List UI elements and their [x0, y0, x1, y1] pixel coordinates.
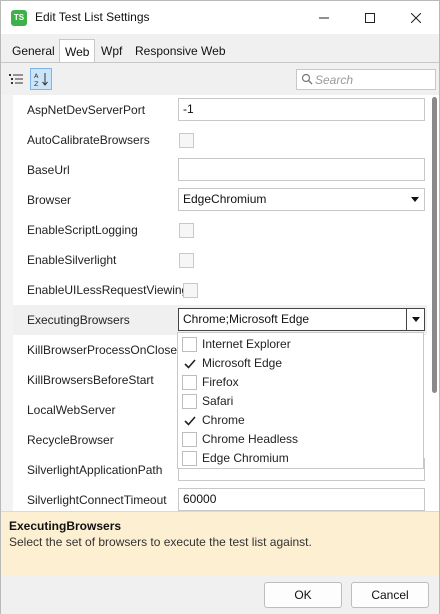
app-icon: TS: [11, 10, 27, 26]
property-row-silverlightconnecttimeout: SilverlightConnectTimeout 60000: [13, 485, 427, 511]
search-box[interactable]: [296, 69, 436, 90]
baseurl-input[interactable]: [178, 158, 425, 181]
browser-option-internet-explorer[interactable]: Internet Explorer: [178, 335, 423, 354]
search-icon: [301, 73, 313, 88]
browser-selected-value: EdgeChromium: [183, 192, 267, 206]
property-name: RecycleBrowser: [27, 433, 114, 447]
property-toolbar: A Z: [1, 63, 439, 95]
silverlightconnecttimeout-input[interactable]: 60000: [178, 488, 425, 511]
property-row-enableuilessrequestviewing: EnableUILessRequestViewing: [13, 275, 427, 305]
property-name: SilverlightConnectTimeout: [27, 493, 167, 507]
property-name: SilverlightApplicationPath: [27, 463, 163, 477]
property-name: BaseUrl: [27, 163, 70, 177]
cancel-button[interactable]: Cancel: [351, 582, 429, 608]
property-name: EnableUILessRequestViewing: [27, 283, 189, 297]
browser-select[interactable]: EdgeChromium: [178, 188, 425, 211]
option-checkbox[interactable]: [182, 356, 197, 371]
property-name: KillBrowserProcessOnClose: [27, 343, 178, 357]
minimize-icon: [319, 17, 329, 18]
option-label: Firefox: [202, 375, 239, 389]
categorized-view-button[interactable]: [5, 68, 27, 90]
property-name: AspNetDevServerPort: [27, 103, 146, 117]
tab-responsive-web[interactable]: Responsive Web: [130, 39, 231, 63]
sort-az-icon: A Z: [34, 72, 48, 87]
alphabetical-sort-button[interactable]: A Z: [30, 68, 52, 90]
maximize-button[interactable]: [347, 1, 393, 34]
option-checkbox[interactable]: [182, 337, 197, 352]
scrollbar-thumb[interactable]: [432, 97, 437, 393]
option-checkbox[interactable]: [182, 375, 197, 390]
option-checkbox[interactable]: [182, 432, 197, 447]
property-row-enablesilverlight: EnableSilverlight: [13, 245, 427, 275]
browser-option-firefox[interactable]: Firefox: [178, 373, 423, 392]
minimize-button[interactable]: [301, 1, 347, 34]
title-bar: TS Edit Test List Settings: [1, 1, 439, 34]
property-name: Browser: [27, 193, 72, 207]
enablesilverlight-checkbox[interactable]: [179, 253, 194, 268]
description-panel: ExecutingBrowsers Select the set of brow…: [1, 511, 439, 576]
browser-option-safari[interactable]: Safari: [178, 392, 423, 411]
window-title: Edit Test List Settings: [35, 10, 150, 24]
property-name: LocalWebServer: [27, 403, 116, 417]
vertical-scrollbar[interactable]: [429, 95, 439, 511]
property-name: ExecutingBrowsers: [27, 313, 130, 327]
checkmark-icon: [183, 358, 196, 369]
property-name: EnableScriptLogging: [27, 223, 138, 237]
property-row-aspnetdevserverport: AspNetDevServerPort -1: [13, 95, 427, 125]
option-checkbox[interactable]: [182, 451, 197, 466]
checkmark-icon: [183, 415, 196, 426]
maximize-icon: [365, 12, 375, 23]
property-name: AutoCalibrateBrowsers: [27, 133, 150, 147]
browser-option-edge-chromium[interactable]: Edge Chromium: [178, 449, 423, 468]
browser-option-chrome[interactable]: Chrome: [178, 411, 423, 430]
option-label: Edge Chromium: [202, 451, 289, 465]
option-label: Internet Explorer: [202, 337, 291, 351]
autocalibratebrowsers-checkbox[interactable]: [179, 133, 194, 148]
ok-button[interactable]: OK: [264, 582, 342, 608]
tab-web[interactable]: Web: [59, 39, 96, 63]
grid-gutter: [1, 95, 13, 511]
chevron-down-icon[interactable]: [406, 309, 424, 330]
tab-general[interactable]: General: [7, 39, 60, 63]
option-label: Safari: [202, 394, 234, 408]
close-button[interactable]: [393, 1, 439, 34]
browser-option-chrome-headless[interactable]: Chrome Headless: [178, 430, 423, 449]
svg-text:Z: Z: [34, 80, 39, 87]
property-row-autocalibratebrowsers: AutoCalibrateBrowsers: [13, 125, 427, 155]
chevron-down-icon[interactable]: [406, 189, 424, 210]
property-name: KillBrowsersBeforeStart: [27, 373, 154, 387]
dialog-footer: OK Cancel: [1, 576, 439, 614]
property-row-executingbrowsers: ExecutingBrowsers Chrome;Microsoft Edge: [13, 305, 427, 335]
property-row-baseurl: BaseUrl: [13, 155, 427, 185]
option-label: Microsoft Edge: [202, 356, 283, 370]
svg-text:A: A: [34, 72, 39, 80]
tab-strip: General Web Wpf Responsive Web: [1, 39, 439, 63]
aspnetdevserverport-input[interactable]: -1: [178, 98, 425, 121]
enablescriptlogging-checkbox[interactable]: [179, 223, 194, 238]
option-label: Chrome Headless: [202, 432, 299, 446]
browser-option-microsoft-edge[interactable]: Microsoft Edge: [178, 354, 423, 373]
dialog-window: TS Edit Test List Settings General Web W…: [0, 0, 440, 614]
tab-wpf[interactable]: Wpf: [96, 39, 127, 63]
executingbrowsers-selected-value: Chrome;Microsoft Edge: [183, 312, 310, 326]
search-input[interactable]: [315, 72, 433, 87]
option-checkbox[interactable]: [182, 413, 197, 428]
property-row-enablescriptlogging: EnableScriptLogging: [13, 215, 427, 245]
enableuilessrequestviewing-checkbox[interactable]: [183, 283, 198, 298]
description-text: Select the set of browsers to execute th…: [9, 535, 312, 549]
executingbrowsers-select[interactable]: Chrome;Microsoft Edge: [178, 308, 425, 331]
close-icon: [411, 12, 421, 23]
executingbrowsers-popup: Internet Explorer Microsoft Edge Firefox…: [177, 332, 424, 469]
property-row-browser: Browser EdgeChromium: [13, 185, 427, 215]
description-title: ExecutingBrowsers: [9, 519, 122, 533]
property-name: EnableSilverlight: [27, 253, 117, 267]
option-checkbox[interactable]: [182, 394, 197, 409]
categorized-list-icon: [9, 74, 23, 84]
option-label: Chrome: [202, 413, 245, 427]
